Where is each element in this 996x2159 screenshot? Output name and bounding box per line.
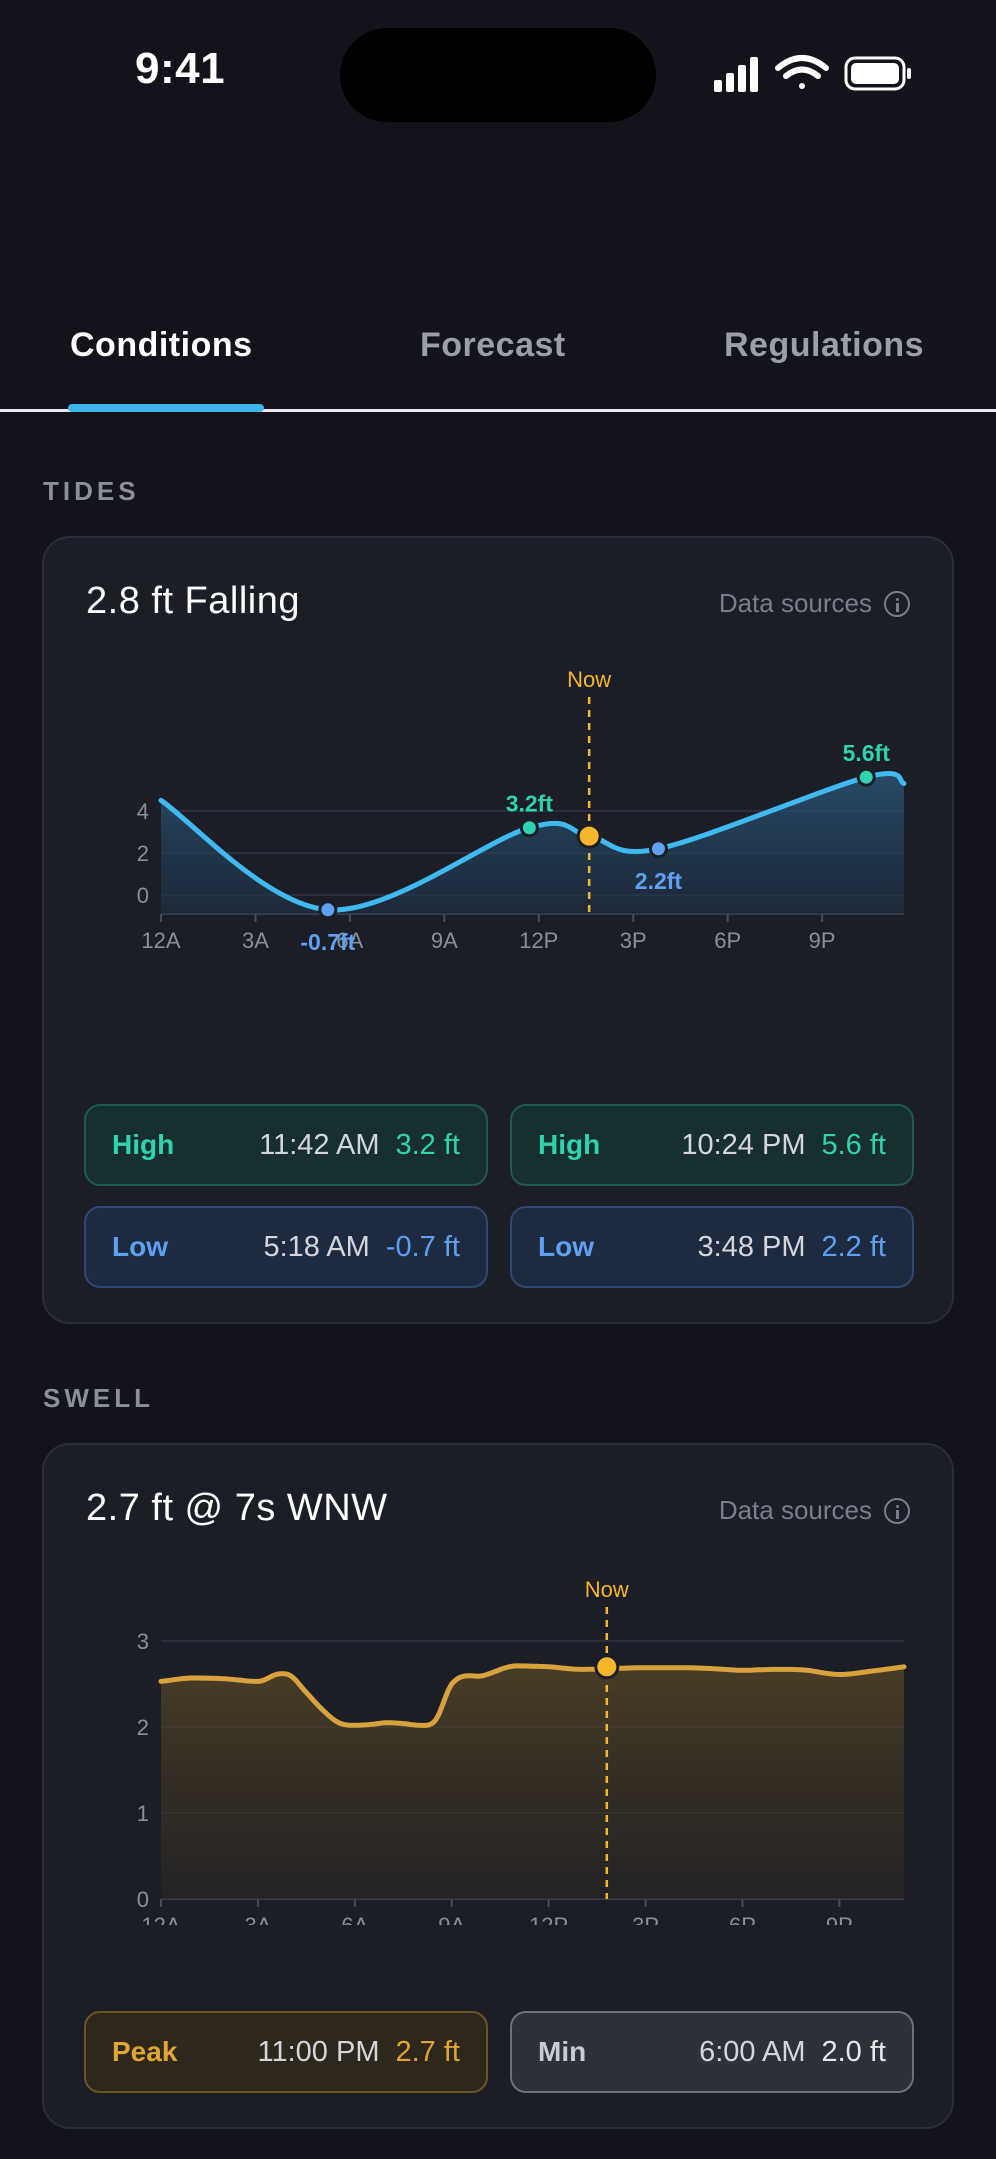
status-icons bbox=[714, 55, 911, 92]
swell-chart: 0 1 2 3 12A 3A 6A 9A 12P 3P 6P 9P Now bbox=[137, 1577, 907, 1925]
tides-card: 2.8 ft Falling Data sources 0 2 4 12A 3A 6A 9A… bbox=[42, 536, 954, 1324]
swell-time: 6:00 AM bbox=[699, 2035, 806, 2068]
tide-time: 5:18 AM bbox=[263, 1230, 370, 1263]
high-tide-marker bbox=[519, 818, 539, 838]
y-tick-label: 2 bbox=[137, 841, 149, 866]
swell-value: 2.7 ft bbox=[395, 2035, 461, 2068]
tides-data-sources-link[interactable]: Data sources bbox=[719, 588, 910, 619]
swell-kind: Min bbox=[538, 2036, 587, 2067]
tide-value: -0.7 ft bbox=[385, 1230, 460, 1263]
y-tick-label: 1 bbox=[137, 1801, 149, 1826]
tide-kind: High bbox=[538, 1129, 601, 1160]
x-tick-label: 9P bbox=[809, 928, 836, 953]
tab-conditions[interactable]: Conditions bbox=[70, 326, 253, 365]
tab-bar: Conditions Forecast Regulations bbox=[0, 300, 996, 412]
dynamic-island bbox=[340, 28, 656, 122]
x-tick-label: 9A bbox=[431, 928, 458, 953]
tide-low-1: Low 5:18 AM -0.7 ft bbox=[84, 1206, 488, 1288]
tab-forecast[interactable]: Forecast bbox=[420, 326, 566, 365]
x-tick-label: 12P bbox=[529, 1913, 568, 1925]
x-tick-label: 12A bbox=[141, 1913, 180, 1925]
swell-value: 2.0 ft bbox=[821, 2035, 887, 2068]
swell-card: 2.7 ft @ 7s WNW Data sources 0 1 2 3 12A 3A 6A… bbox=[42, 1443, 954, 2129]
data-sources-label: Data sources bbox=[718, 1495, 872, 1525]
cellular-signal-icon bbox=[714, 57, 758, 92]
swell-title: 2.7 ft @ 7s WNW bbox=[86, 1487, 388, 1529]
low-tide-marker bbox=[648, 839, 668, 859]
tide-time: 10:24 PM bbox=[681, 1128, 806, 1161]
tides-section-label: TIDES bbox=[43, 476, 140, 506]
swell-min: Min 6:00 AM 2.0 ft bbox=[510, 2011, 914, 2093]
high-tide-label: 5.6ft bbox=[843, 740, 891, 766]
x-tick-label: 3A bbox=[244, 1913, 271, 1925]
info-icon bbox=[884, 1497, 910, 1524]
tide-kind: Low bbox=[112, 1231, 168, 1262]
y-tick-label: 3 bbox=[137, 1629, 149, 1654]
tide-time: 3:48 PM bbox=[697, 1230, 806, 1263]
tide-kind: High bbox=[112, 1129, 175, 1160]
x-tick-label: 6P bbox=[714, 928, 741, 953]
tide-time: 11:42 AM bbox=[259, 1128, 380, 1161]
x-tick-label: 3A bbox=[242, 928, 269, 953]
y-tick-label: 0 bbox=[137, 1887, 149, 1912]
x-tick-label: 3P bbox=[620, 928, 647, 953]
data-sources-label: Data sources bbox=[718, 588, 872, 618]
y-tick-label: 4 bbox=[137, 799, 149, 824]
y-tick-label: 0 bbox=[137, 883, 149, 908]
status-time: 9:41 bbox=[135, 44, 226, 93]
x-tick-label: 12A bbox=[141, 928, 180, 953]
tides-chart: 02412A 3A 6A 9A 12P 3P 6P 9P Now-0.7ft3.2ft2.2f… bbox=[137, 667, 907, 955]
tide-value: 3.2 ft bbox=[395, 1128, 461, 1161]
now-label: Now bbox=[585, 1577, 629, 1602]
low-tide-marker bbox=[318, 900, 338, 920]
tide-high-2: High 10:24 PM 5.6 ft bbox=[510, 1104, 914, 1186]
now-label: Now bbox=[567, 667, 611, 692]
swell-time: 11:00 PM bbox=[257, 2035, 380, 2068]
tide-high-1: High 11:42 AM 3.2 ft bbox=[84, 1104, 488, 1186]
swell-kind: Peak bbox=[112, 2036, 178, 2067]
tide-value: 5.6 ft bbox=[821, 1128, 887, 1161]
high-tide-marker bbox=[856, 767, 876, 787]
high-tide-label: 3.2ft bbox=[506, 791, 554, 817]
status-bar: 9:41 bbox=[0, 0, 996, 150]
swell-section-label: SWELL bbox=[43, 1383, 154, 1413]
tab-regulations[interactable]: Regulations bbox=[724, 326, 924, 365]
tide-kind: Low bbox=[538, 1231, 594, 1262]
swell-data-sources-link[interactable]: Data sources bbox=[719, 1495, 910, 1526]
battery-icon bbox=[844, 56, 911, 91]
y-tick-label: 2 bbox=[137, 1715, 149, 1740]
swell-peak: Peak 11:00 PM 2.7 ft bbox=[84, 2011, 488, 2093]
x-tick-label: 6A bbox=[341, 1913, 368, 1925]
now-marker bbox=[576, 823, 602, 849]
x-tick-label: 6P bbox=[729, 1913, 756, 1925]
swell-area-fill bbox=[161, 1665, 904, 1899]
x-tick-label: 12P bbox=[519, 928, 558, 953]
wifi-icon bbox=[775, 55, 829, 89]
x-tick-label: 9A bbox=[438, 1913, 465, 1925]
tides-title: 2.8 ft Falling bbox=[86, 580, 300, 622]
x-tick-label: 9P bbox=[826, 1913, 853, 1925]
low-tide-label: 2.2ft bbox=[635, 868, 683, 894]
low-tide-label: -0.7ft bbox=[300, 929, 355, 955]
x-tick-label: 3P bbox=[632, 1913, 659, 1925]
info-icon bbox=[884, 590, 910, 617]
now-marker bbox=[594, 1654, 620, 1680]
tide-value: 2.2 ft bbox=[821, 1230, 887, 1263]
tide-low-2: Low 3:48 PM 2.2 ft bbox=[510, 1206, 914, 1288]
active-tab-indicator bbox=[68, 404, 264, 412]
